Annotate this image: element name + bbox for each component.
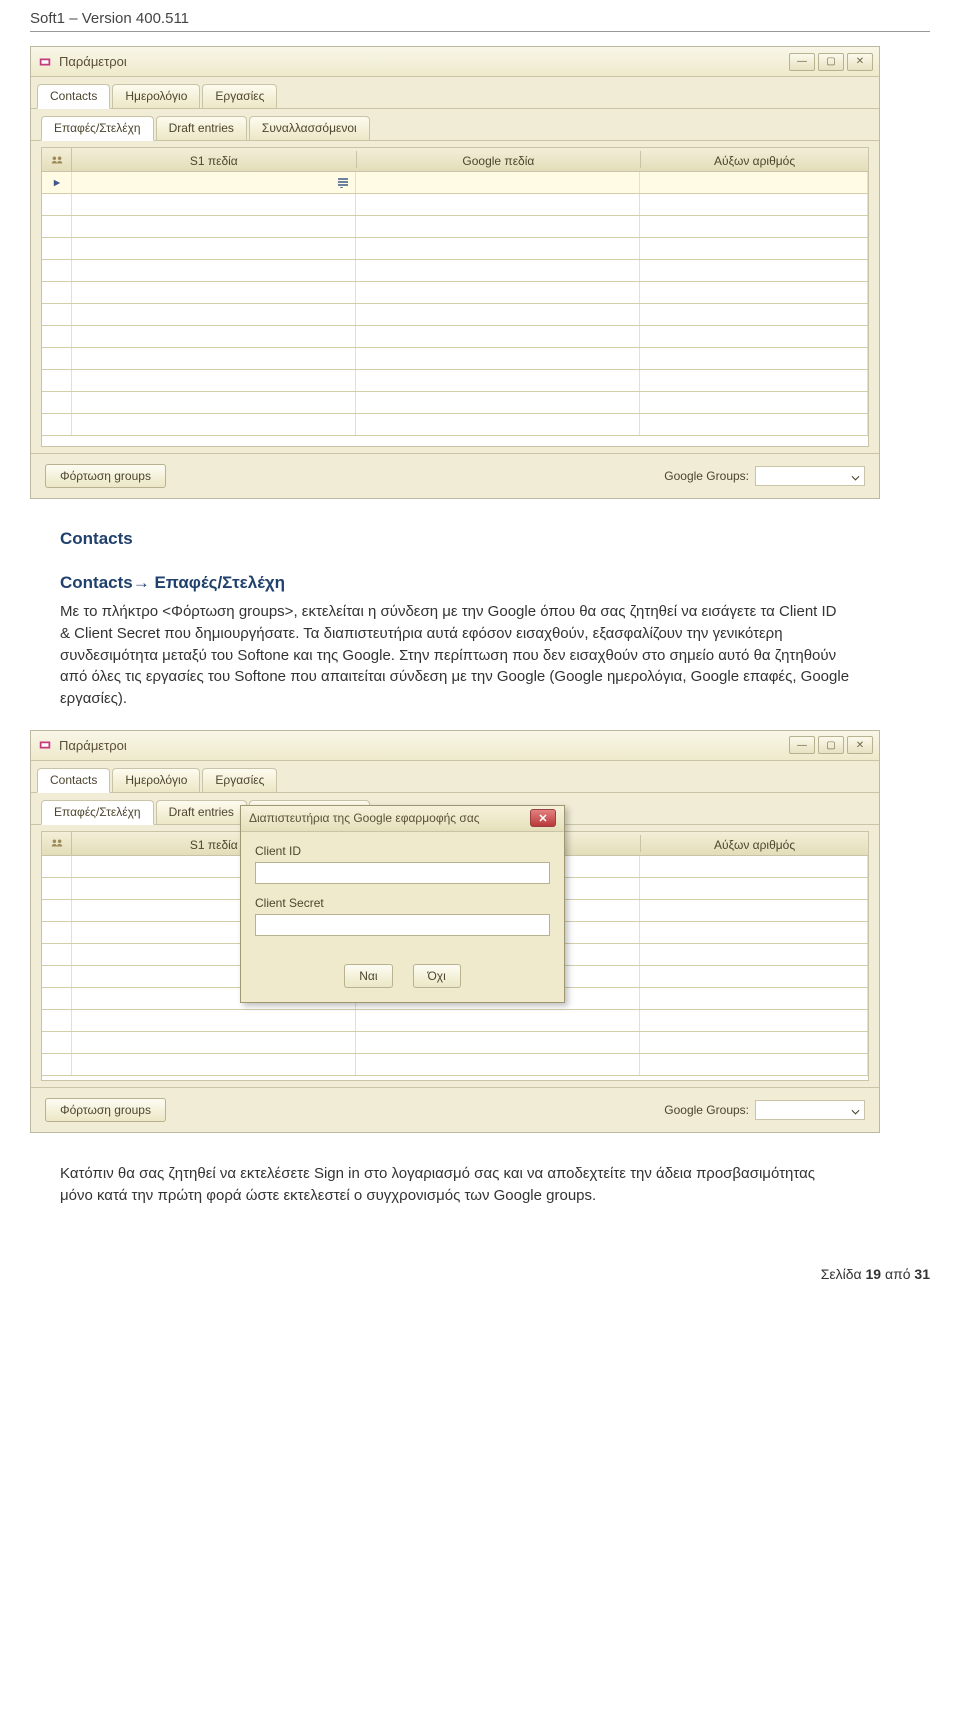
grid-header: S1 πεδία Google πεδία Αύξων αριθμός: [42, 148, 868, 172]
grid-corner-icon: [42, 148, 72, 171]
load-groups-button[interactable]: Φόρτωση groups: [45, 464, 166, 488]
dialog-titlebar: Διαπιστευτήρια της Google εφαρμοφής σας …: [241, 806, 564, 832]
maximize-button[interactable]: ▢: [818, 53, 844, 71]
col-serial[interactable]: Αύξων αριθμός: [641, 151, 868, 168]
table-row[interactable]: [42, 304, 868, 326]
close-icon: ✕: [538, 812, 547, 825]
tab-transactors[interactable]: Συναλλασσόμενοι: [249, 116, 370, 140]
minimize-button[interactable]: —: [789, 53, 815, 71]
section-heading-contacts: Contacts: [60, 529, 930, 549]
tab-calendar[interactable]: Ημερολόγιο: [112, 84, 200, 108]
parameters-window: Παράμετροι — ▢ ✕ Contacts Ημερολόγιο Εργ…: [30, 46, 880, 499]
table-row[interactable]: [42, 392, 868, 414]
minimize-button[interactable]: —: [789, 736, 815, 754]
client-secret-label: Client Secret: [255, 896, 550, 910]
dropdown-icon[interactable]: [335, 174, 351, 190]
google-groups-label: Google Groups:: [664, 469, 749, 483]
app-logo-icon: [37, 54, 53, 70]
s1-field-cell[interactable]: [72, 172, 356, 193]
dialog-close-button[interactable]: ✕: [530, 809, 556, 827]
google-groups-label: Google Groups:: [664, 1103, 749, 1117]
tab-tasks[interactable]: Εργασίες: [202, 768, 277, 792]
table-row[interactable]: [42, 238, 868, 260]
table-row[interactable]: [42, 282, 868, 304]
sub-tabs: Επαφές/Στελέχη Draft entries Συναλλασσόμ…: [31, 109, 879, 141]
no-button[interactable]: Όχι: [413, 964, 461, 988]
body-paragraph-1: Με το πλήκτρο <Φόρτωση groups>, εκτελείτ…: [60, 601, 850, 710]
main-tabs: Contacts Ημερολόγιο Εργασίες: [31, 761, 879, 793]
table-row[interactable]: [42, 1032, 868, 1054]
field-mapping-grid: S1 πεδία Google πεδία Αύξων αριθμός: [41, 147, 869, 447]
table-row[interactable]: [42, 326, 868, 348]
page-header: Soft1 – Version 400.511: [30, 10, 930, 32]
google-groups-select[interactable]: [755, 466, 865, 486]
tab-contacts-staff[interactable]: Επαφές/Στελέχη: [41, 116, 154, 141]
tab-draft-entries[interactable]: Draft entries: [156, 800, 247, 824]
tab-draft-entries[interactable]: Draft entries: [156, 116, 247, 140]
chevron-down-icon: [851, 468, 860, 484]
credentials-dialog: Διαπιστευτήρια της Google εφαρμοφής σας …: [240, 805, 565, 1003]
client-id-label: Client ID: [255, 844, 550, 858]
window-title: Παράμετροι: [59, 738, 789, 753]
window-footer-bar: Φόρτωση groups Google Groups:: [31, 1087, 879, 1132]
page-footer: Σελίδα 19 από 31: [30, 1266, 930, 1282]
maximize-button[interactable]: ▢: [818, 736, 844, 754]
tab-tasks[interactable]: Εργασίες: [202, 84, 277, 108]
app-logo-icon: [37, 737, 53, 753]
row-marker-icon: [42, 172, 72, 193]
tab-contacts-staff[interactable]: Επαφές/Στελέχη: [41, 800, 154, 825]
dialog-title: Διαπιστευτήρια της Google εφαρμοφής σας: [249, 811, 530, 825]
window-title: Παράμετροι: [59, 54, 789, 69]
close-button[interactable]: ✕: [847, 53, 873, 71]
col-google-fields[interactable]: Google πεδία: [357, 151, 642, 168]
load-groups-button[interactable]: Φόρτωση groups: [45, 1098, 166, 1122]
window-footer-bar: Φόρτωση groups Google Groups:: [31, 453, 879, 498]
grid-corner-icon: [42, 832, 72, 855]
body-paragraph-2: Κατόπιν θα σας ζητηθεί να εκτελέσετε Sig…: [60, 1163, 850, 1207]
section-heading-path: Contacts→ Επαφές/Στελέχη: [60, 573, 930, 593]
titlebar: Παράμετροι — ▢ ✕: [31, 47, 879, 77]
table-row[interactable]: [42, 414, 868, 436]
tab-calendar[interactable]: Ημερολόγιο: [112, 768, 200, 792]
client-id-input[interactable]: [255, 862, 550, 884]
tab-contacts[interactable]: Contacts: [37, 84, 110, 109]
table-row[interactable]: [42, 1010, 868, 1032]
table-row[interactable]: [42, 260, 868, 282]
table-row[interactable]: [42, 216, 868, 238]
close-button[interactable]: ✕: [847, 736, 873, 754]
client-secret-input[interactable]: [255, 914, 550, 936]
chevron-down-icon: [851, 1102, 860, 1118]
google-field-cell[interactable]: [356, 172, 640, 193]
col-serial[interactable]: Αύξων αριθμός: [641, 835, 868, 852]
table-row[interactable]: [42, 1054, 868, 1076]
table-row[interactable]: [42, 370, 868, 392]
main-tabs: Contacts Ημερολόγιο Εργασίες: [31, 77, 879, 109]
table-row[interactable]: [42, 194, 868, 216]
serial-cell[interactable]: [640, 172, 868, 193]
col-s1-fields[interactable]: S1 πεδία: [72, 151, 357, 168]
table-row[interactable]: [42, 172, 868, 194]
yes-button[interactable]: Ναι: [344, 964, 392, 988]
tab-contacts[interactable]: Contacts: [37, 768, 110, 793]
table-row[interactable]: [42, 348, 868, 370]
google-groups-select[interactable]: [755, 1100, 865, 1120]
titlebar: Παράμετροι — ▢ ✕: [31, 731, 879, 761]
